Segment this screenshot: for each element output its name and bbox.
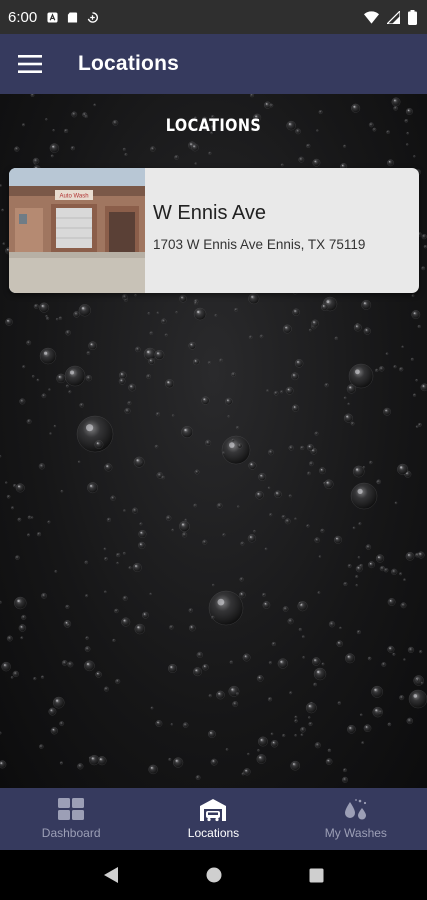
battery-icon [408,9,417,25]
dashboard-grid-icon [58,798,85,820]
nav-item-dashboard[interactable]: Dashboard [0,788,142,850]
menu-button[interactable] [0,34,60,94]
wifi-icon [364,10,379,24]
location-address: 1703 W Ennis Ave Ennis, TX 75119 [153,237,366,252]
main-content[interactable]: LOCATIONS Auto Wash W Ennis Ave 1703 W E… [0,94,427,788]
sd-card-icon [68,11,78,23]
app-bar: Locations [0,34,427,94]
system-navigation-bar [0,850,427,900]
water-drops-icon [344,799,366,820]
home-circle-icon[interactable] [206,867,222,883]
nav-item-my-washes[interactable]: My Washes [285,788,427,850]
location-photo: Auto Wash [9,168,145,293]
nav-label-my-washes: My Washes [324,826,387,840]
cell-signal-icon [387,10,400,24]
notification-a-icon [47,11,58,23]
hamburger-menu-icon [18,55,42,73]
nav-label-locations: Locations [187,826,240,840]
recents-square-icon[interactable] [309,868,324,883]
car-wash-building-icon [200,799,227,822]
location-card[interactable]: Auto Wash W Ennis Ave 1703 W Ennis Ave E… [9,168,419,293]
status-bar: 6:00 [0,0,427,34]
location-name: W Ennis Ave [153,202,267,224]
status-time: 6:00 [8,8,38,26]
back-triangle-icon[interactable] [103,866,119,884]
data-saver-icon [87,11,99,23]
nav-item-locations[interactable]: Locations [142,788,284,850]
bottom-navigation: Dashboard Locations My Washes [0,788,427,850]
sign-text: Auto Wash [59,194,88,200]
page-title: Locations [78,52,179,75]
nav-label-dashboard: Dashboard [41,826,101,840]
section-title: LOCATIONS [165,116,262,136]
